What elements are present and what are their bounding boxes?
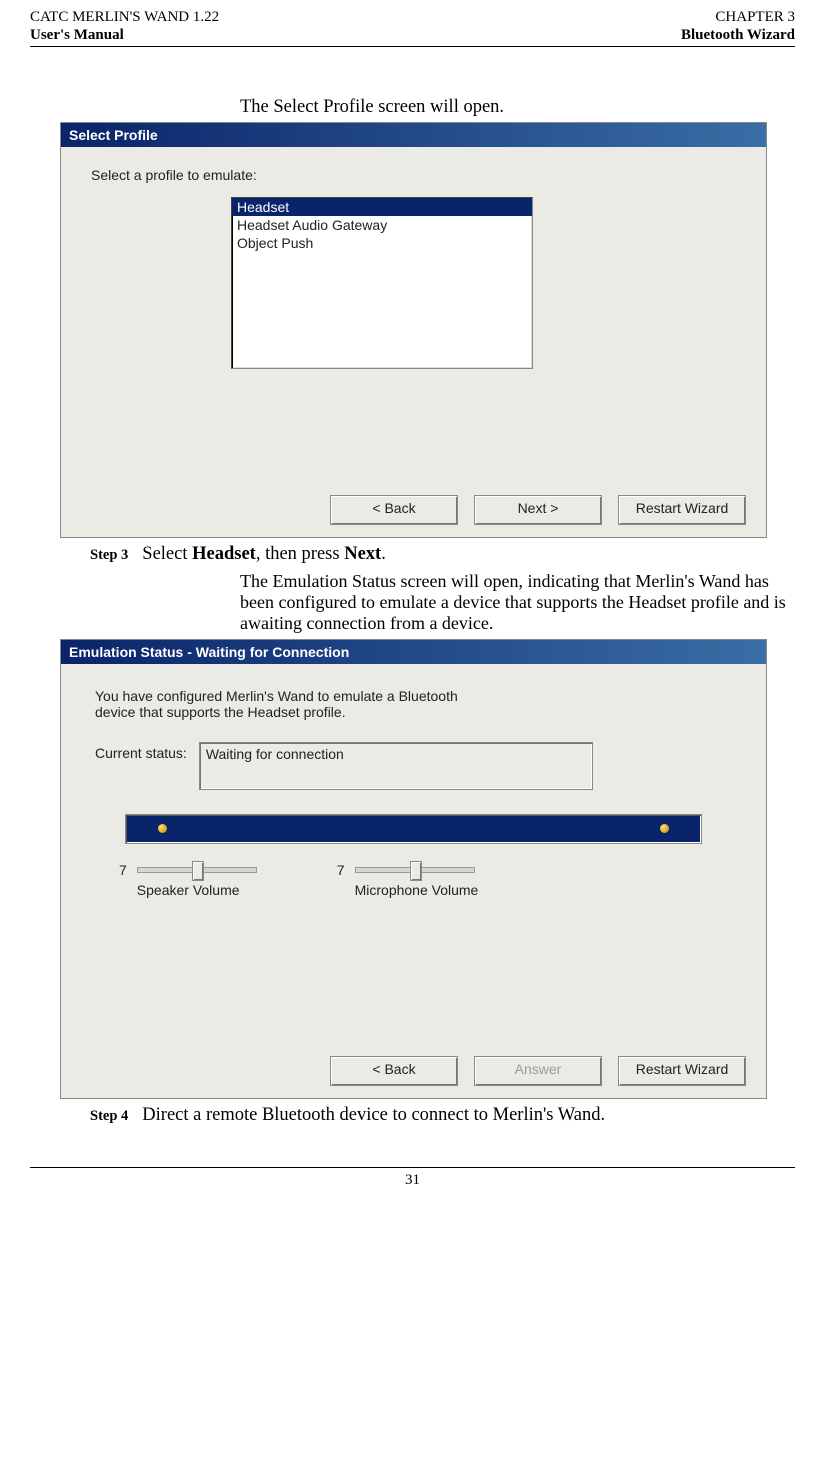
back-button-2[interactable]: < Back (330, 1056, 458, 1086)
mic-volume-value: 7 (337, 862, 345, 878)
page-number: 31 (30, 1167, 795, 1189)
header-right-bottom: Bluetooth Wizard (681, 26, 795, 44)
intro-text: The Select Profile screen will open. (240, 97, 795, 118)
current-status-label: Current status: (95, 742, 187, 761)
header-rule (30, 46, 795, 47)
step4-text: Direct a remote Bluetooth device to conn… (142, 1105, 605, 1126)
profile-item-headset[interactable]: Headset (232, 198, 532, 216)
next-button[interactable]: Next > (474, 495, 602, 525)
step3-pre: Select (142, 544, 192, 564)
mic-volume-label: Microphone Volume (355, 882, 479, 898)
restart-wizard-button-2[interactable]: Restart Wizard (618, 1056, 746, 1086)
dialog-titlebar: Select Profile (61, 123, 766, 147)
step3-mid: , then press (256, 544, 344, 564)
speaker-volume-slider[interactable] (137, 862, 257, 880)
emulation-status-dialog: Emulation Status - Waiting for Connectio… (60, 639, 767, 1099)
step4-label: Step 4 (90, 1105, 128, 1125)
answer-button[interactable]: Answer (474, 1056, 602, 1086)
back-button[interactable]: < Back (330, 495, 458, 525)
step3-bold1: Headset (192, 544, 256, 564)
profile-item-gateway[interactable]: Headset Audio Gateway (232, 216, 532, 234)
step3-bold2: Next (344, 544, 381, 564)
progress-dot-left (158, 824, 167, 833)
restart-wizard-button[interactable]: Restart Wizard (618, 495, 746, 525)
step3-subpara: The Emulation Status screen will open, i… (240, 571, 795, 633)
profile-prompt-label: Select a profile to emulate: (91, 167, 736, 183)
header-right-top: CHAPTER 3 (715, 8, 795, 26)
header-left-top: CATC MERLIN'S WAND 1.22 (30, 8, 219, 26)
current-status-field: Waiting for connection (199, 742, 593, 790)
progress-bar (125, 814, 702, 844)
progress-dot-right (660, 824, 669, 833)
profile-item-objectpush[interactable]: Object Push (232, 234, 532, 252)
header-left-bottom: User's Manual (30, 26, 124, 44)
select-profile-dialog: Select Profile Select a profile to emula… (60, 122, 767, 538)
dialog2-titlebar: Emulation Status - Waiting for Connectio… (61, 640, 766, 664)
speaker-volume-label: Speaker Volume (137, 882, 257, 898)
mic-volume-slider[interactable] (355, 862, 475, 880)
speaker-volume-value: 7 (119, 862, 127, 878)
step3-text: Select Headset, then press Next. (142, 544, 386, 565)
step3-label: Step 3 (90, 544, 128, 564)
emulation-desc: You have configured Merlin's Wand to emu… (95, 688, 475, 720)
profile-listbox[interactable]: Headset Headset Audio Gateway Object Pus… (231, 197, 533, 369)
step3-post: . (381, 544, 386, 564)
